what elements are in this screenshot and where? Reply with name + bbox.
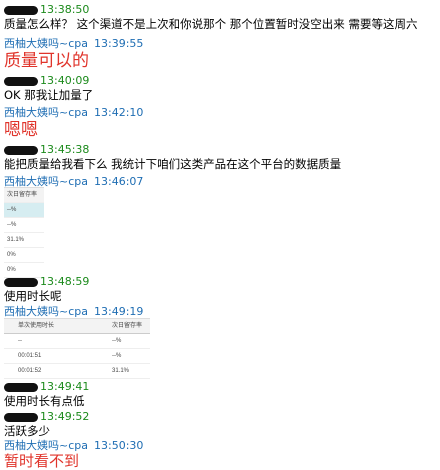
message-text: 活跃多少 xyxy=(4,424,50,438)
timestamp: 13:49:52 xyxy=(40,410,90,423)
table-header: 次日留存率 xyxy=(4,188,44,203)
table-cell: 00:01:52 xyxy=(18,368,42,374)
timestamp: 13:48:59 xyxy=(40,275,90,288)
sender-name: 西柚大姨吗~cpa xyxy=(4,439,88,452)
table-cell: 00:01:51 xyxy=(18,353,42,359)
message-incoming: 13:48:59 使用时长呢 xyxy=(4,275,89,304)
table-cell: --% xyxy=(112,353,122,359)
sender-name: 西柚大姨吗~cpa xyxy=(4,37,88,50)
message-incoming: 13:49:41 使用时长有点低 xyxy=(4,380,89,409)
message-text: 质量可以的 xyxy=(4,51,89,71)
redacted-name xyxy=(4,382,38,392)
message-text: 能把质量给我看下么 我统计下咱们这类产品在这个平台的数据质量 xyxy=(4,157,342,171)
table-row: 00:01:51 --% xyxy=(4,349,150,364)
table-cell: 31.1% xyxy=(112,368,130,374)
timestamp: 13:38:50 xyxy=(40,3,90,16)
sender-name: 西柚大姨吗~cpa xyxy=(4,305,88,318)
timestamp: 13:46:07 xyxy=(94,175,144,188)
timestamp: 13:39:55 xyxy=(94,37,144,50)
duration-table-image[interactable]: 单次使用时长 次日留存率 -- --% 00:01:51 --% 00:01:5… xyxy=(4,318,150,379)
message-outgoing: 西柚大姨吗~cpa 13:42:10 嗯嗯 xyxy=(4,106,143,140)
table-cell: 0% xyxy=(4,248,44,263)
table-cell: --% xyxy=(4,218,44,233)
message-outgoing: 西柚大姨吗~cpa 13:49:19 xyxy=(4,305,143,319)
timestamp: 13:50:30 xyxy=(94,439,144,452)
message-outgoing: 西柚大姨吗~cpa 13:50:30 暂时看不到 xyxy=(4,439,143,469)
message-text: 使用时长呢 xyxy=(4,289,62,303)
message-incoming: 13:49:52 活跃多少 xyxy=(4,410,89,439)
timestamp: 13:40:09 xyxy=(40,74,90,87)
message-incoming: 13:38:50 质量怎么样？ 这个渠道不是上次和你说那个 那个位置暂时没空出来… xyxy=(4,3,417,32)
timestamp: 13:49:41 xyxy=(40,380,90,393)
column-header: 次日留存率 xyxy=(112,323,143,329)
redacted-name xyxy=(4,145,38,155)
redacted-name xyxy=(4,412,38,422)
retention-table-image[interactable]: 次日留存率 --% --% 31.1% 0% 0% xyxy=(4,187,44,278)
redacted-name xyxy=(4,5,38,15)
timestamp: 13:42:10 xyxy=(94,106,144,119)
table-header-row: 单次使用时长 次日留存率 xyxy=(4,319,150,334)
table-cell: --% xyxy=(4,203,44,218)
table-row: -- --% xyxy=(4,334,150,349)
redacted-name xyxy=(4,277,38,287)
message-text: 质量怎么样？ 这个渠道不是上次和你说那个 那个位置暂时没空出来 需要等这周六 xyxy=(4,17,418,31)
message-incoming: 13:45:38 能把质量给我看下么 我统计下咱们这类产品在这个平台的数据质量 xyxy=(4,143,341,172)
timestamp: 13:49:19 xyxy=(94,305,144,318)
table-cell: --% xyxy=(112,338,122,344)
sender-name: 西柚大姨吗~cpa xyxy=(4,106,88,119)
message-text: 使用时长有点低 xyxy=(4,394,85,408)
redacted-name xyxy=(4,76,38,86)
message-text: OK 那我让加量了 xyxy=(4,88,94,102)
message-text: 嗯嗯 xyxy=(4,120,38,140)
table-row: 00:01:52 31.1% xyxy=(4,364,150,379)
table-cell: -- xyxy=(18,338,22,344)
table-cell: 31.1% xyxy=(4,233,44,248)
message-incoming: 13:40:09 OK 那我让加量了 xyxy=(4,74,93,103)
timestamp: 13:45:38 xyxy=(40,143,90,156)
column-header: 单次使用时长 xyxy=(18,323,55,329)
message-outgoing: 西柚大姨吗~cpa 13:39:55 质量可以的 xyxy=(4,37,143,71)
